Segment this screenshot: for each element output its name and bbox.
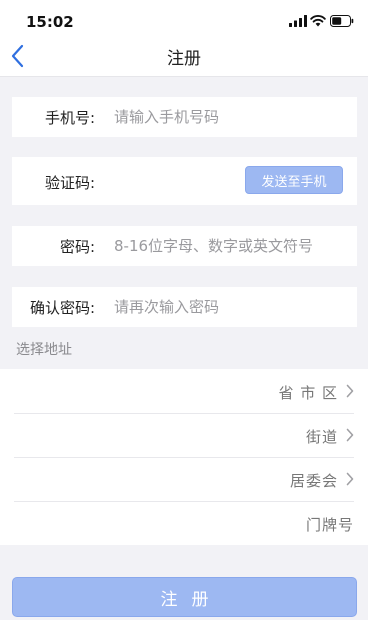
code-input[interactable]	[114, 166, 234, 196]
address-item-region[interactable]: 省 市 区	[14, 369, 354, 414]
address-item-label: 门牌号	[305, 516, 354, 534]
chevron-right-icon	[346, 428, 354, 442]
password-input[interactable]	[114, 231, 350, 261]
address-item-label: 省 市 区	[278, 384, 338, 402]
nav-bar: 注册	[0, 36, 368, 77]
confirm-password-input[interactable]	[114, 292, 350, 322]
code-label: 验证码:	[44, 174, 95, 192]
chevron-right-icon	[346, 472, 354, 486]
phone-label: 手机号:	[44, 109, 95, 127]
address-item-street[interactable]: 街道	[14, 413, 354, 458]
phone-input[interactable]	[114, 102, 350, 132]
phone-row: 手机号:	[12, 97, 357, 137]
code-row: 验证码: 发送至手机	[12, 157, 357, 205]
wifi-icon	[310, 15, 326, 27]
address-item-label: 居委会	[289, 472, 338, 490]
address-section-title: 选择地址	[16, 342, 72, 358]
address-item-label: 街道	[305, 428, 338, 446]
send-code-button[interactable]: 发送至手机	[245, 166, 343, 194]
chevron-right-icon	[346, 384, 354, 398]
confirm-password-row: 确认密码:	[12, 287, 357, 327]
status-time: 15:02	[26, 13, 74, 31]
page-title: 注册	[167, 49, 201, 69]
password-label: 密码:	[59, 238, 95, 256]
signal-icon	[289, 15, 307, 27]
confirm-password-label: 确认密码:	[29, 299, 95, 317]
address-item-committee[interactable]: 居委会	[14, 457, 354, 502]
password-row: 密码:	[12, 226, 357, 266]
battery-icon	[330, 15, 354, 27]
register-button[interactable]: 注册	[12, 577, 357, 617]
address-list: 省 市 区 街道 居委会 门牌号	[0, 369, 368, 545]
address-item-house-number[interactable]: 门牌号	[14, 501, 354, 545]
